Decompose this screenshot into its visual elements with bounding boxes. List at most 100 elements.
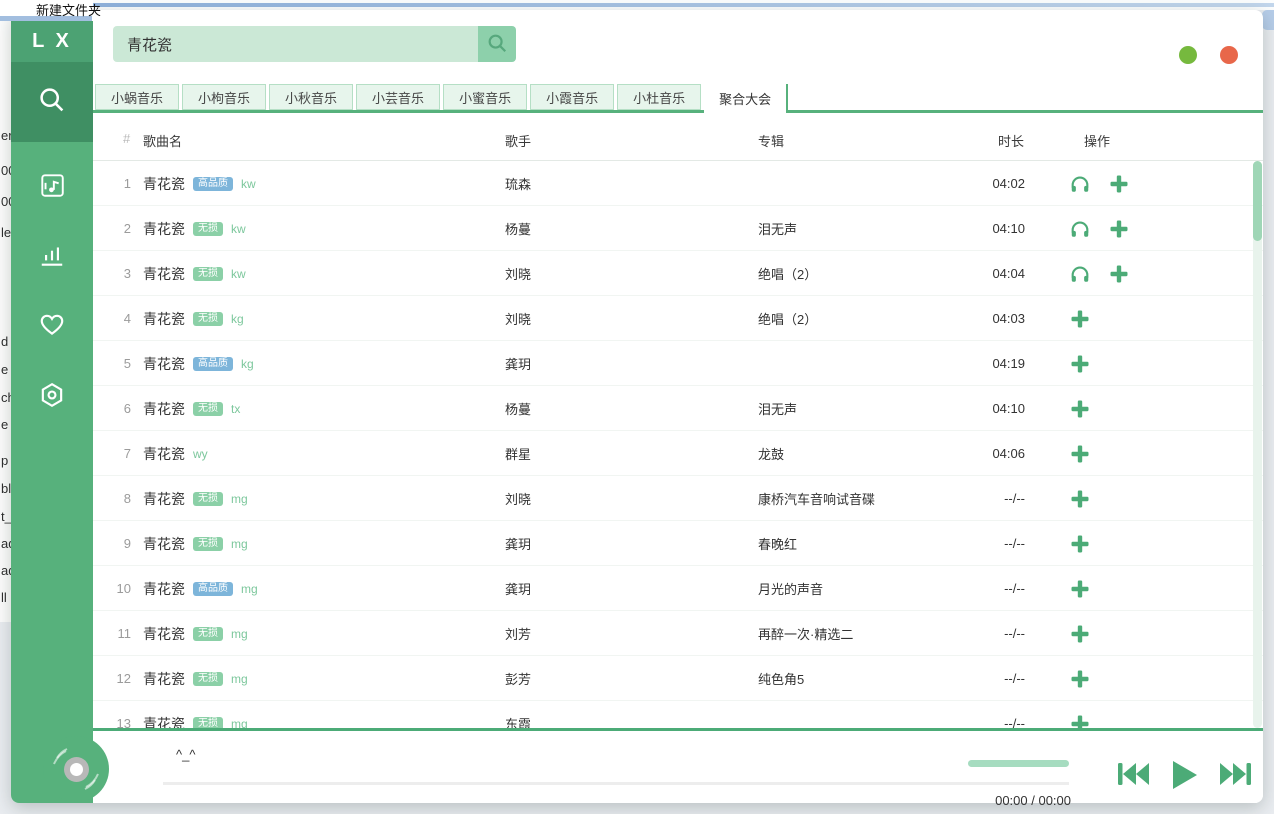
- search-button[interactable]: [478, 26, 516, 62]
- song-title: 青花瓷: [143, 219, 185, 239]
- song-album: 再醉一次·精选二: [758, 611, 853, 656]
- desktop-text-fragment: ll: [1, 590, 7, 605]
- close-button[interactable]: [1220, 46, 1238, 64]
- desktop-text-fragment: e: [1, 417, 8, 432]
- add-to-playlist-button[interactable]: [1107, 262, 1131, 286]
- tab-聚合大会[interactable]: 聚合大会: [704, 84, 788, 113]
- album-disc[interactable]: [43, 736, 109, 802]
- song-row[interactable]: 13青花瓷无损mg东霞--/--: [93, 701, 1263, 728]
- add-to-playlist-button[interactable]: [1107, 217, 1131, 241]
- sidebar-item-leaderboard[interactable]: [11, 222, 93, 292]
- sidebar-item-settings[interactable]: [11, 362, 93, 432]
- tab-小秋音乐[interactable]: 小秋音乐: [269, 84, 353, 110]
- sidebar-item-my-music[interactable]: [11, 152, 93, 222]
- tab-小枸音乐[interactable]: 小枸音乐: [182, 84, 266, 110]
- song-title: 青花瓷: [143, 174, 185, 194]
- add-to-playlist-button[interactable]: [1068, 577, 1092, 601]
- song-title: 青花瓷: [143, 309, 185, 329]
- source-tag: tx: [231, 402, 240, 416]
- song-index: 6: [93, 386, 131, 431]
- song-row[interactable]: 11青花瓷无损mg刘芳再醉一次·精选二--/--: [93, 611, 1263, 656]
- add-to-playlist-button[interactable]: [1068, 397, 1092, 421]
- quality-badge: 无损: [193, 537, 223, 551]
- add-to-playlist-button[interactable]: [1107, 172, 1131, 196]
- listen-button[interactable]: [1068, 262, 1092, 286]
- volume-slider[interactable]: [968, 760, 1069, 767]
- song-index: 13: [93, 701, 131, 728]
- quality-badge: 无损: [193, 267, 223, 281]
- song-actions: [1068, 656, 1092, 701]
- song-actions: [1068, 206, 1131, 251]
- song-duration: --/--: [953, 566, 1025, 611]
- scrollbar-thumb[interactable]: [1253, 161, 1262, 241]
- add-to-playlist-button[interactable]: [1068, 712, 1092, 729]
- song-index: 2: [93, 206, 131, 251]
- song-row[interactable]: 12青花瓷无损mg彭芳纯色角5--/--: [93, 656, 1263, 701]
- sidebar-item-love[interactable]: [11, 292, 93, 362]
- add-to-playlist-button[interactable]: [1068, 352, 1092, 376]
- song-row[interactable]: 8青花瓷无损mg刘晓康桥汽车音响试音碟--/--: [93, 476, 1263, 521]
- song-artist: 彭芳: [505, 656, 531, 701]
- quality-badge: 无损: [193, 402, 223, 416]
- add-to-playlist-button[interactable]: [1068, 487, 1092, 511]
- song-duration: 04:04: [953, 251, 1025, 296]
- listen-button[interactable]: [1068, 172, 1092, 196]
- song-actions: [1068, 251, 1131, 296]
- scrollbar-track[interactable]: [1253, 161, 1262, 728]
- tab-小蜗音乐[interactable]: 小蜗音乐: [95, 84, 179, 110]
- add-to-playlist-button[interactable]: [1068, 442, 1092, 466]
- tab-小蜜音乐[interactable]: 小蜜音乐: [443, 84, 527, 110]
- song-row[interactable]: 10青花瓷高品质mg龚玥月光的声音--/--: [93, 566, 1263, 611]
- song-row[interactable]: 5青花瓷高品质kg龚玥04:19: [93, 341, 1263, 386]
- song-title: 青花瓷: [143, 399, 185, 419]
- song-row[interactable]: 4青花瓷无损kg刘晓绝唱（2）04:03: [93, 296, 1263, 341]
- song-actions: [1068, 296, 1092, 341]
- song-artist: 杨蔓: [505, 206, 531, 251]
- next-button[interactable]: [1218, 759, 1254, 792]
- source-tag: kw: [241, 177, 256, 191]
- source-tag: mg: [231, 672, 248, 686]
- player-bar: ^_^ 00:00 / 00:00: [93, 728, 1263, 803]
- source-tag: mg: [231, 717, 248, 729]
- add-to-playlist-button[interactable]: [1068, 532, 1092, 556]
- song-duration: --/--: [953, 656, 1025, 701]
- song-duration: 04:03: [953, 296, 1025, 341]
- search-input[interactable]: [113, 26, 478, 62]
- lx-music-window: L X 小蜗音乐小枸音乐小秋音乐小芸音乐小蜜音乐小霞音乐小杜音乐聚合大会 # 歌…: [11, 10, 1263, 803]
- song-index: 7: [93, 431, 131, 476]
- song-actions: [1068, 161, 1131, 206]
- song-title: 青花瓷: [143, 669, 185, 689]
- song-actions: [1068, 431, 1092, 476]
- tab-小杜音乐[interactable]: 小杜音乐: [617, 84, 701, 110]
- song-row[interactable]: 1青花瓷高品质kw琉森04:02: [93, 161, 1263, 206]
- song-actions: [1068, 476, 1092, 521]
- song-row[interactable]: 9青花瓷无损mg龚玥春晚红--/--: [93, 521, 1263, 566]
- song-index: 5: [93, 341, 131, 386]
- desktop-text-fragment: p: [1, 453, 8, 468]
- sidebar-item-search[interactable]: [11, 62, 93, 142]
- quality-badge: 无损: [193, 627, 223, 641]
- play-button[interactable]: [1169, 759, 1199, 794]
- quality-badge: 无损: [193, 672, 223, 686]
- song-row[interactable]: 3青花瓷无损kw刘晓绝唱（2）04:04: [93, 251, 1263, 296]
- add-to-playlist-button[interactable]: [1068, 307, 1092, 331]
- col-action: 操作: [1084, 131, 1110, 150]
- song-row[interactable]: 7青花瓷wy群星龙鼓04:06: [93, 431, 1263, 476]
- tab-小霞音乐[interactable]: 小霞音乐: [530, 84, 614, 110]
- song-table: 1青花瓷高品质kw琉森04:022青花瓷无损kw杨蔓泪无声04:103青花瓷无损…: [93, 161, 1263, 728]
- tab-小芸音乐[interactable]: 小芸音乐: [356, 84, 440, 110]
- bar-chart-icon: [38, 241, 66, 274]
- song-duration: --/--: [953, 476, 1025, 521]
- previous-button[interactable]: [1115, 759, 1151, 792]
- song-duration: 04:06: [953, 431, 1025, 476]
- add-to-playlist-button[interactable]: [1068, 667, 1092, 691]
- music-list-icon: [38, 171, 66, 204]
- source-tag: wy: [193, 447, 208, 461]
- minimize-button[interactable]: [1179, 46, 1197, 64]
- progress-bar[interactable]: [163, 782, 1069, 785]
- song-row[interactable]: 2青花瓷无损kw杨蔓泪无声04:10: [93, 206, 1263, 251]
- song-duration: --/--: [953, 521, 1025, 566]
- song-row[interactable]: 6青花瓷无损tx杨蔓泪无声04:10: [93, 386, 1263, 431]
- add-to-playlist-button[interactable]: [1068, 622, 1092, 646]
- listen-button[interactable]: [1068, 217, 1092, 241]
